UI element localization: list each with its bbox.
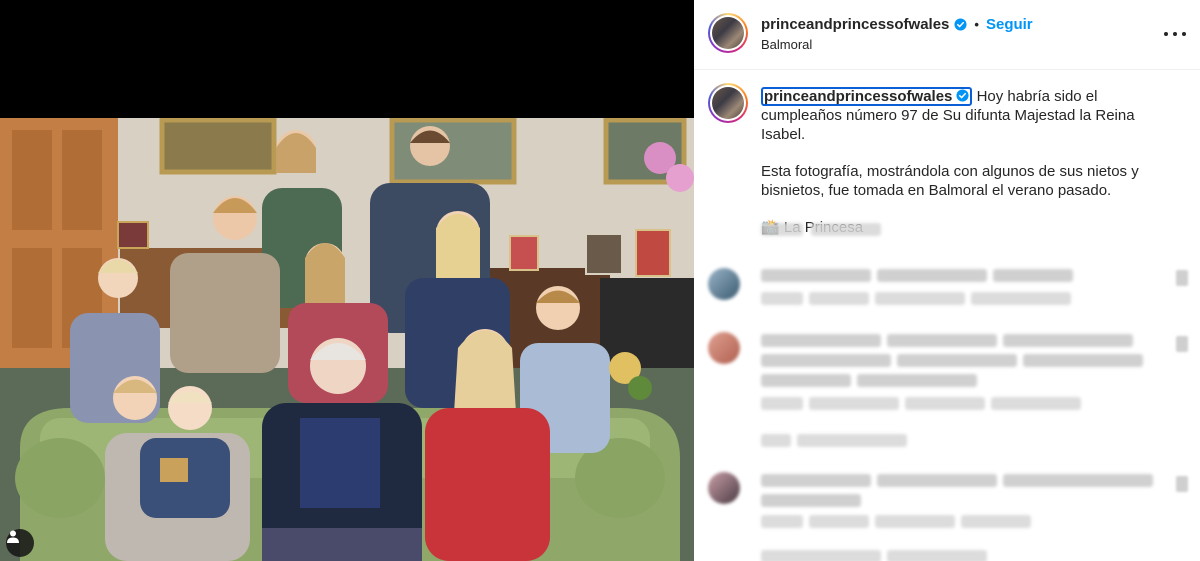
avatar: [708, 472, 740, 504]
avatar[interactable]: [708, 13, 748, 53]
caption-meta-redacted: [761, 223, 881, 236]
user-tag-icon[interactable]: [6, 529, 34, 557]
post-author: princeandprincessofwales • Seguir: [761, 16, 1033, 33]
like-icon[interactable]: [1176, 476, 1188, 492]
follow-button[interactable]: Seguir: [986, 16, 1033, 33]
avatar: [708, 268, 740, 300]
like-icon[interactable]: [1176, 270, 1188, 286]
caption-line-2: Esta fotografía, mostrándola con algunos…: [761, 163, 1139, 199]
post-header: princeandprincessofwales • Seguir Balmor…: [694, 0, 1200, 70]
post-side-panel: princeandprincessofwales • Seguir Balmor…: [694, 0, 1200, 561]
location-link[interactable]: Balmoral: [761, 37, 812, 52]
avatar: [708, 332, 740, 364]
post-media[interactable]: [0, 0, 694, 561]
username-link[interactable]: princeandprincessofwales: [761, 16, 949, 33]
like-icon[interactable]: [1176, 336, 1188, 352]
verified-badge-icon: [956, 89, 969, 102]
post-photo[interactable]: [0, 118, 694, 561]
family-portrait-image: [0, 118, 694, 561]
more-options-icon[interactable]: [1164, 24, 1186, 44]
verified-badge-icon: [954, 18, 967, 31]
separator-dot: •: [974, 17, 979, 32]
caption-avatar[interactable]: [708, 83, 748, 123]
caption-username-link[interactable]: princeandprincessofwales: [761, 87, 973, 106]
caption-text: princeandprincessofwales Hoy habría sido…: [761, 87, 1181, 237]
